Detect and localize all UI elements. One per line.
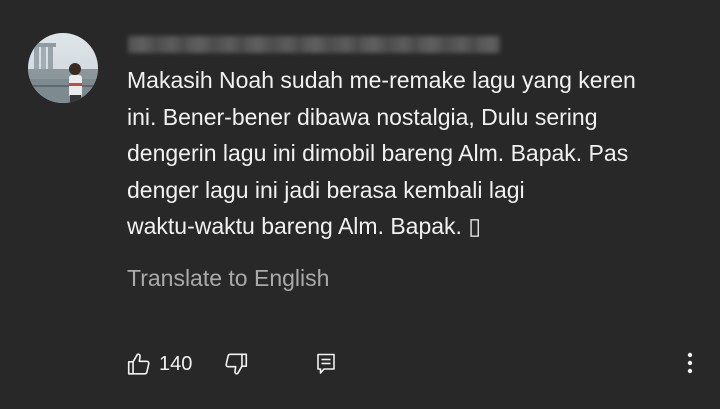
- comment-line: Makasih Noah sudah me-remake lagu yang k…: [127, 67, 636, 93]
- comment-body: Makasih Noah sudah me-remake lagu yang k…: [127, 62, 687, 245]
- translate-button[interactable]: Translate to English: [127, 263, 329, 293]
- avatar-image: [28, 33, 98, 103]
- more-actions-button[interactable]: [680, 348, 700, 378]
- avatar[interactable]: [28, 33, 98, 103]
- thumb-up-icon: [126, 351, 152, 377]
- dislike-button[interactable]: [223, 349, 249, 379]
- thumb-down-icon: [223, 351, 249, 377]
- comment-line: dengerin lagu ini dimobil bareng Alm. Ba…: [127, 140, 629, 166]
- like-button[interactable]: 140: [126, 349, 192, 379]
- comment-line: ini. Bener-bener dibawa nostalgia, Dulu …: [127, 103, 598, 130]
- author-name-redacted: [128, 36, 500, 53]
- reply-button[interactable]: [315, 350, 337, 378]
- like-count: 140: [159, 353, 193, 375]
- comment-card: Makasih Noah sudah me-remake lagu yang k…: [0, 0, 720, 409]
- reply-comment-icon: [315, 352, 337, 376]
- comment-line: denger lagu ini jadi berasa kembali lagi: [127, 176, 525, 203]
- more-vert-icon: [687, 351, 693, 375]
- comment-line: waktu-waktu bareng Alm. Bapak. ▯: [127, 213, 481, 239]
